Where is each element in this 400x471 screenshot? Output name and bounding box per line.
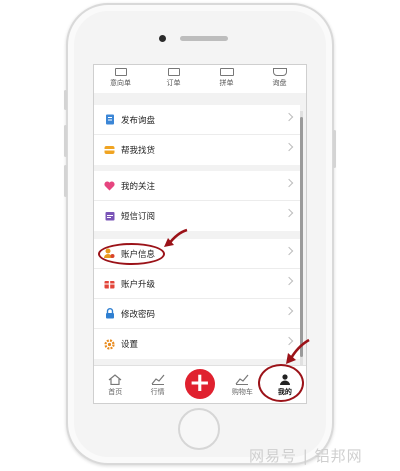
scrollbar-thumb[interactable] [300,117,303,357]
power-button [333,130,336,168]
chevron-right-icon [284,306,294,316]
menu-item-my-follows[interactable]: 我的关注 [94,171,300,201]
mute-switch [64,90,67,110]
watermark: 网易号 | 铝邦网 [249,447,363,465]
tab-group-order-label: 拼单 [219,79,234,87]
front-camera [159,35,166,42]
menu-item-change-password[interactable]: 修改密码 [94,299,300,329]
nav-cart-label: 购物车 [231,387,253,396]
list-icon [167,68,180,76]
chart-icon [151,374,165,385]
lock-icon [104,308,115,319]
home-button[interactable] [178,408,220,450]
chevron-right-icon [284,142,294,152]
nav-market[interactable]: 行情 [136,366,178,403]
home-icon [108,373,122,385]
nav-home[interactable]: 首页 [94,366,136,403]
menu-item-label: 账户升级 [121,279,156,290]
gear-icon [104,338,115,350]
annotation-ellipse-mine [258,364,304,402]
tab-inquiry[interactable]: 询盘 [253,65,306,93]
cart-icon [272,68,287,76]
volume-down-button [64,165,67,197]
earpiece-speaker [180,36,228,41]
menu-item-label: 发布询盘 [121,115,156,126]
nav-home-label: 首页 [108,387,123,396]
chevron-right-icon [284,276,294,286]
gift-icon [104,278,115,289]
menu-group-trade: 发布询盘 帮我找货 [94,105,300,165]
annotation-arrow-mine [286,338,310,364]
volume-up-button [64,125,67,157]
order-tabs: 意向单 订单 拼单 询盘 [94,65,306,93]
menu-item-help-find-goods[interactable]: 帮我找货 [94,135,300,165]
nav-market-label: 行情 [150,387,165,396]
menu-item-settings[interactable]: 设置 [94,329,300,359]
tab-inquiry-label: 询盘 [272,79,287,87]
menu-group-follow: 我的关注 短信订阅 [94,171,300,231]
menu-item-account-upgrade[interactable]: 账户升级 [94,269,300,299]
plus-icon[interactable]: + [184,369,215,399]
annotation-ellipse-account-info [98,243,165,265]
box-icon [104,145,115,156]
chevron-right-icon [284,208,294,218]
menu-item-label: 帮我找货 [121,146,156,156]
menu-item-label: 设置 [121,340,139,350]
chevron-right-icon [284,178,294,188]
annotation-arrow-account-info [164,228,188,247]
tab-intention-label: 意向单 [110,79,131,87]
heart-icon [104,180,115,191]
tab-intention[interactable]: 意向单 [94,65,147,93]
tab-orders-label: 订单 [166,79,181,87]
truck-icon [219,68,234,76]
chevron-right-icon [284,112,294,122]
tab-group-order[interactable]: 拼单 [200,65,253,93]
menu-item-publish-inquiry[interactable]: 发布询盘 [94,105,300,135]
menu-item-label: 修改密码 [121,309,156,320]
calendar-icon [104,211,115,222]
nav-publish[interactable]: + [179,366,221,403]
clipboard-icon [104,114,115,125]
menu-item-label: 短信订阅 [121,212,156,222]
document-icon [114,68,127,76]
tab-orders[interactable]: 订单 [147,65,200,93]
menu-item-label: 我的关注 [121,181,156,192]
menu-item-sms-subscription[interactable]: 短信订阅 [94,201,300,231]
app-screen: 意向单 订单 拼单 询盘 发布询盘 帮我找货 我的关注 短信订阅 账户信息 账户… [93,64,307,404]
cart-icon [235,374,249,385]
chevron-right-icon [284,246,294,256]
